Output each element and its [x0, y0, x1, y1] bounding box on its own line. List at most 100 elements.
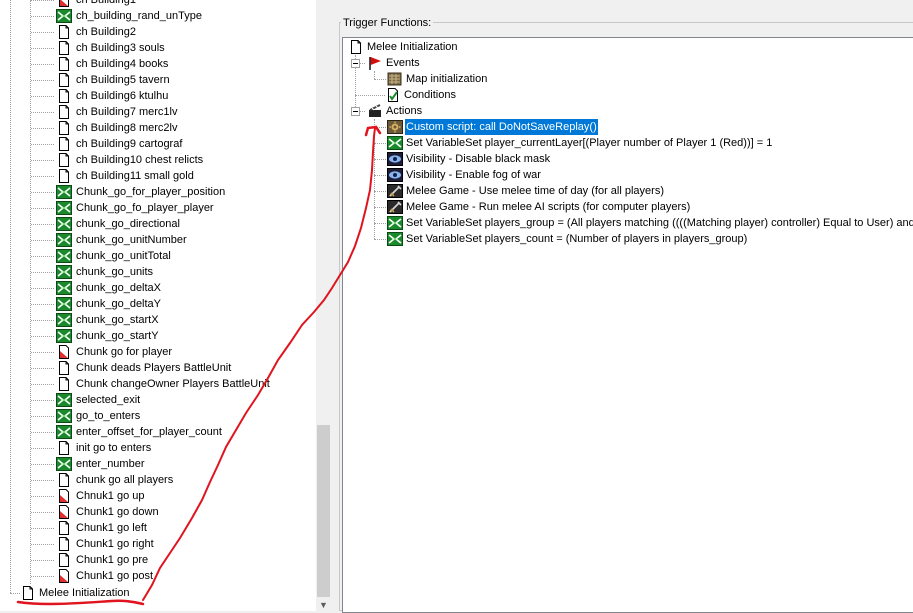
trigger-list-item-label: chunk_go_startX: [76, 314, 159, 326]
scrollbar-thumb[interactable]: [317, 425, 330, 597]
tree-guide-branch: [31, 96, 54, 97]
trigger-icon: [56, 105, 72, 119]
trigger-list-item-label: chunk_go_directional: [76, 218, 180, 230]
trigger-list-item-label: Chunk deads Players BattleUnit: [76, 362, 232, 374]
variable-icon: [56, 425, 72, 439]
tree-guide-branch: [31, 528, 54, 529]
tree-guide-branch: [31, 208, 54, 209]
tree-guide-branch: [31, 192, 54, 193]
trigger-icon: [56, 377, 72, 391]
tree-guide-branch: [374, 223, 386, 224]
trigger-icon: [56, 169, 72, 183]
variable-icon: [56, 393, 72, 407]
trigger-list-item-label: ch Building7 merc1lv: [76, 106, 178, 118]
trigger-list-item-label: chunk_go_unitTotal: [76, 250, 171, 262]
visibility-icon: [387, 152, 403, 166]
trigger-list-item-label: Chnuk1 go up: [76, 490, 145, 502]
conditions-node-label: Conditions: [404, 89, 456, 101]
trigger-functions-title: Trigger Functions:: [341, 17, 434, 29]
action-visibility-enable-fog-of-war-label: Visibility - Enable fog of war: [406, 169, 541, 181]
trigger-list-item-label: Melee Initialization: [39, 587, 130, 599]
variable-icon: [56, 313, 72, 327]
variable-icon: [56, 281, 72, 295]
trigger-list-scrollbar[interactable]: ▼: [316, 0, 331, 611]
trigger-icon: [56, 473, 72, 487]
trigger-list-item-label: Chunk_go_fo_player_player: [76, 202, 214, 214]
trigger-list-item-label: Chunk changeOwner Players BattleUnit: [76, 378, 270, 390]
trigger-disabled-icon: [56, 569, 72, 583]
events-collapse-toggle[interactable]: [351, 59, 360, 68]
trigger-icon: [56, 441, 72, 455]
tree-guide-branch: [31, 256, 54, 257]
tree-guide-branch: [31, 496, 54, 497]
tree-guide-branch: [31, 0, 54, 1]
tree-guide-branch: [31, 240, 54, 241]
variable-icon: [56, 217, 72, 231]
tree-guide-branch: [31, 368, 54, 369]
action-melee-game-use-melee-time-of-day-for-all-players-label: Melee Game - Use melee time of day (for …: [406, 185, 664, 197]
tree-guide-branch: [31, 432, 54, 433]
trigger-icon: [56, 361, 72, 375]
trigger-icon: [56, 89, 72, 103]
tree-guide-branch: [355, 95, 385, 96]
function-root-melee-initialization-label: Melee Initialization: [367, 41, 458, 53]
variable-icon: [56, 201, 72, 215]
tree-guide-branch: [31, 80, 54, 81]
trigger-list-item-label: enter_offset_for_player_count: [76, 426, 222, 438]
action-melee-game-run-melee-ai-scripts-for-computer-players-label: Melee Game - Run melee AI scripts (for c…: [406, 201, 691, 213]
actions-node-label: Actions: [386, 105, 423, 117]
trigger-icon: [56, 41, 72, 55]
trigger-icon: [56, 153, 72, 167]
set-variable-icon: [387, 136, 403, 150]
trigger-list-item-label: ch_building_rand_unType: [76, 10, 202, 22]
trigger-list-item-label: Chunk1 go down: [76, 506, 159, 518]
actions-collapse-toggle[interactable]: [351, 107, 360, 116]
tree-guide-branch: [374, 127, 386, 128]
trigger-icon: [348, 40, 364, 54]
trigger-list-item-label: Chunk1 go right: [76, 538, 154, 550]
tree-guide-branch: [31, 400, 54, 401]
trigger-icon: [56, 121, 72, 135]
trigger-list-item-label: chunk_go_deltaY: [76, 298, 162, 310]
trigger-icon: [56, 537, 72, 551]
tree-guide-branch: [31, 480, 54, 481]
melee-game-icon: [387, 184, 403, 198]
tree-guide-branch: [31, 304, 54, 305]
event-map-initialization-label: Map initialization: [406, 73, 488, 85]
trigger-list-item-label: go_to_enters: [76, 410, 141, 422]
event-flag-icon: [367, 56, 383, 70]
tree-guide-branch: [31, 64, 54, 65]
trigger-list-item-label: Chunk go for player: [76, 346, 172, 358]
trigger-list-item-label: Chunk1 go left: [76, 522, 147, 534]
tree-guide-branch: [10, 593, 20, 594]
visibility-icon: [387, 168, 403, 182]
trigger-list-item-label: ch Building4 books: [76, 58, 169, 70]
tree-guide-branch: [31, 128, 54, 129]
trigger-list-item-label: ch Building6 ktulhu: [76, 90, 169, 102]
tree-guide-branch: [31, 448, 54, 449]
action-visibility-disable-black-mask-label: Visibility - Disable black mask: [406, 153, 551, 165]
variable-icon: [56, 297, 72, 311]
tree-guide-line: [374, 119, 375, 239]
trigger-list-item-label: chunk_go_deltaX: [76, 282, 162, 294]
action-custom-script-call-donotsavereplay-label: Custom script: call DoNotSaveReplay(): [404, 118, 599, 136]
tree-guide-branch: [31, 32, 54, 33]
condition-icon: [385, 88, 401, 102]
tree-guide-branch: [374, 191, 386, 192]
trigger-list-item-label: ch Building8 merc2lv: [76, 122, 178, 134]
trigger-disabled-icon: [56, 489, 72, 503]
trigger-list-item-label: selected_exit: [76, 394, 141, 406]
tree-guide-branch: [374, 207, 386, 208]
variable-icon: [56, 249, 72, 263]
trigger-icon: [56, 553, 72, 567]
trigger-list-panel[interactable]: ch Building1 ch_building_rand_unTypech Bu…: [0, 0, 316, 611]
tree-guide-branch: [374, 79, 386, 80]
scroll-down-arrow-icon[interactable]: ▼: [319, 600, 328, 610]
trigger-list-item-label: Chunk_go_for_player_position: [76, 186, 226, 198]
trigger-functions-tree[interactable]: Melee Initialization Events Map initializa…: [342, 37, 913, 613]
trigger-list-item-label: Chunk1 go post: [76, 570, 154, 582]
trigger-disabled-icon: [56, 505, 72, 519]
trigger-list-item-label: ch Building1: [76, 0, 136, 6]
tree-guide-branch: [31, 384, 54, 385]
trigger-list-item-label: ch Building9 cartograf: [76, 138, 183, 150]
